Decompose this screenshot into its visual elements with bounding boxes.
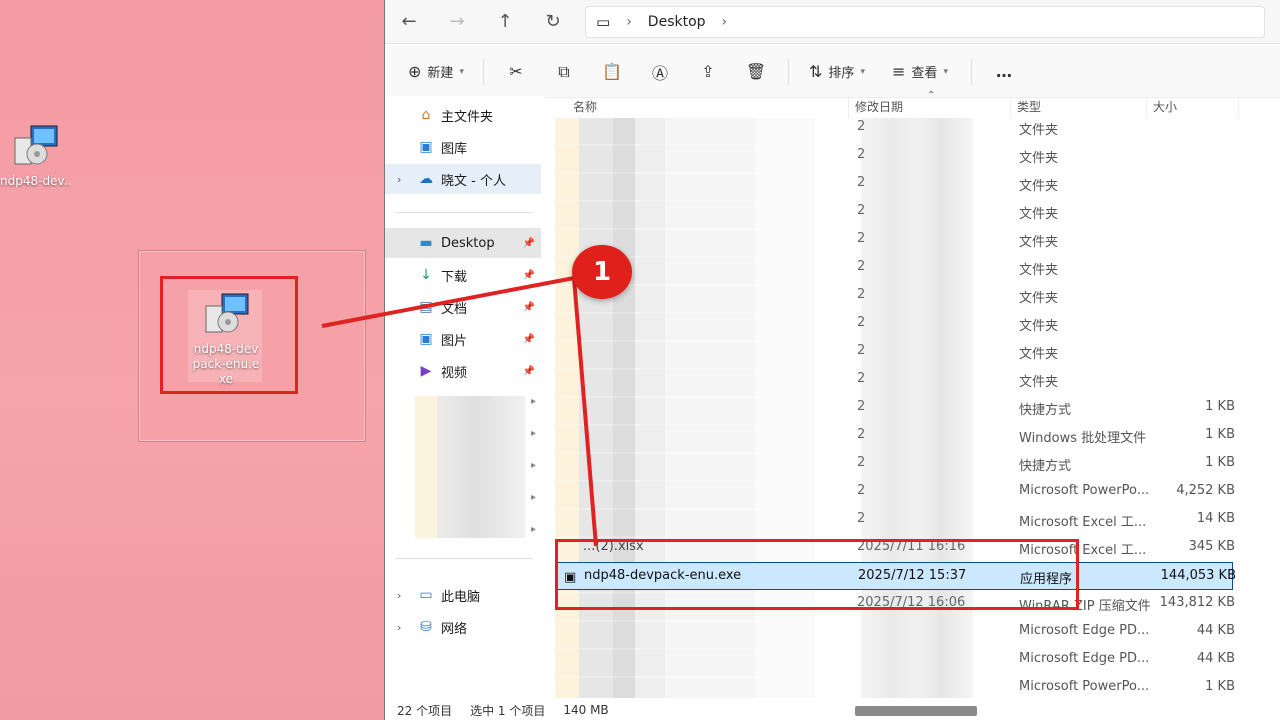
target-highlight-box (555, 539, 1079, 610)
step-badge: 1 (572, 245, 632, 299)
annotation-connector (321, 275, 598, 547)
